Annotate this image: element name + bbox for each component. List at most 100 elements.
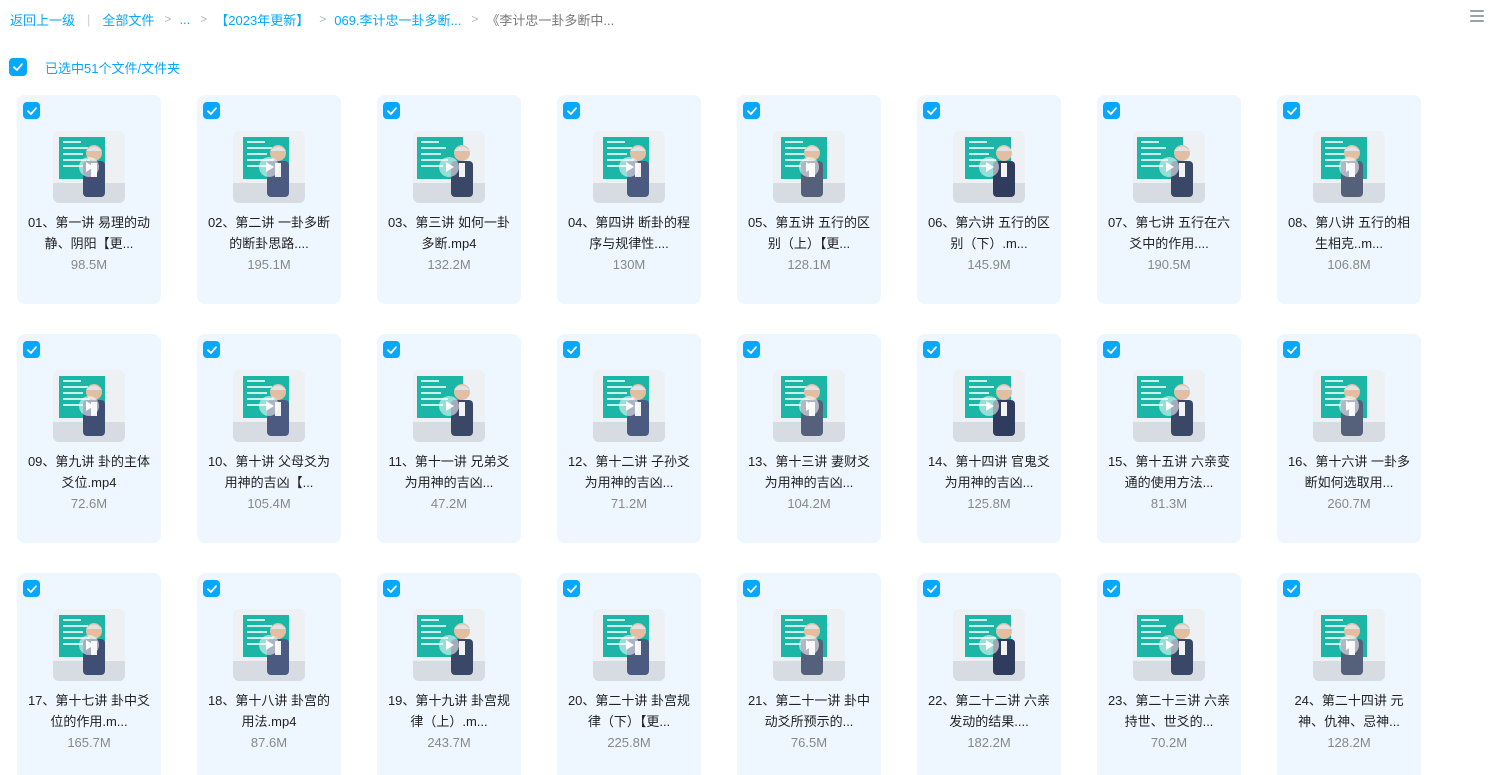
- video-thumbnail[interactable]: [773, 131, 845, 203]
- file-card[interactable]: 17、第十七讲 卦中爻位的作用.m... 165.7M: [17, 573, 161, 775]
- file-card[interactable]: 23、第二十三讲 六亲持世、世爻的... 70.2M: [1097, 573, 1241, 775]
- file-checkbox[interactable]: [743, 341, 760, 358]
- video-thumbnail[interactable]: [773, 370, 845, 442]
- file-card[interactable]: 05、第五讲 五行的区别（上）【更... 128.1M: [737, 95, 881, 304]
- file-checkbox[interactable]: [563, 102, 580, 119]
- video-thumbnail[interactable]: [953, 609, 1025, 681]
- file-checkbox[interactable]: [1283, 102, 1300, 119]
- file-name[interactable]: 07、第七讲 五行在六爻中的作用....: [1103, 212, 1235, 254]
- file-card[interactable]: 21、第二十一讲 卦中动爻所预示的... 76.5M: [737, 573, 881, 775]
- select-all-checkbox[interactable]: [9, 58, 27, 76]
- file-name[interactable]: 04、第四讲 断卦的程序与规律性....: [563, 212, 695, 254]
- file-name[interactable]: 01、第一讲 易理的动静、阴阳【更...: [23, 212, 155, 254]
- file-name[interactable]: 21、第二十一讲 卦中动爻所预示的...: [743, 690, 875, 732]
- file-name[interactable]: 03、第三讲 如何一卦多断.mp4: [383, 212, 515, 254]
- file-checkbox[interactable]: [383, 580, 400, 597]
- video-thumbnail[interactable]: [593, 370, 665, 442]
- file-card[interactable]: 09、第九讲 卦的主体爻位.mp4 72.6M: [17, 334, 161, 543]
- file-card[interactable]: 20、第二十讲 卦宫规律（下）【更... 225.8M: [557, 573, 701, 775]
- file-checkbox[interactable]: [563, 341, 580, 358]
- file-checkbox[interactable]: [1283, 580, 1300, 597]
- video-thumbnail[interactable]: [953, 131, 1025, 203]
- video-thumbnail[interactable]: [233, 370, 305, 442]
- file-name[interactable]: 14、第十四讲 官鬼爻为用神的吉凶...: [923, 451, 1055, 493]
- file-card[interactable]: 11、第十一讲 兄弟爻为用神的吉凶... 47.2M: [377, 334, 521, 543]
- file-checkbox[interactable]: [563, 580, 580, 597]
- breadcrumb-ellipsis[interactable]: ...: [179, 12, 190, 27]
- breadcrumb-all-files[interactable]: 全部文件: [102, 10, 154, 29]
- file-card[interactable]: 08、第八讲 五行的相生相克..m... 106.8M: [1277, 95, 1421, 304]
- file-card[interactable]: 07、第七讲 五行在六爻中的作用.... 190.5M: [1097, 95, 1241, 304]
- video-thumbnail[interactable]: [53, 370, 125, 442]
- file-name[interactable]: 19、第十九讲 卦宫规律（上）.m...: [383, 690, 515, 732]
- video-thumbnail[interactable]: [233, 131, 305, 203]
- file-name[interactable]: 10、第十讲 父母爻为用神的吉凶【...: [203, 451, 335, 493]
- video-thumbnail[interactable]: [53, 609, 125, 681]
- video-thumbnail[interactable]: [1313, 131, 1385, 203]
- file-card[interactable]: 24、第二十四讲 元神、仇神、忌神... 128.2M: [1277, 573, 1421, 775]
- file-card[interactable]: 22、第二十二讲 六亲发动的结果.... 182.2M: [917, 573, 1061, 775]
- file-checkbox[interactable]: [1103, 102, 1120, 119]
- file-checkbox[interactable]: [923, 341, 940, 358]
- file-name[interactable]: 16、第十六讲 一卦多断如何选取用...: [1283, 451, 1415, 493]
- file-card[interactable]: 06、第六讲 五行的区别（下）.m... 145.9M: [917, 95, 1061, 304]
- file-card[interactable]: 16、第十六讲 一卦多断如何选取用... 260.7M: [1277, 334, 1421, 543]
- file-card[interactable]: 13、第十三讲 妻财爻为用神的吉凶... 104.2M: [737, 334, 881, 543]
- video-thumbnail[interactable]: [1313, 370, 1385, 442]
- file-name[interactable]: 02、第二讲 一卦多断的断卦思路....: [203, 212, 335, 254]
- video-thumbnail[interactable]: [1133, 370, 1205, 442]
- file-name[interactable]: 20、第二十讲 卦宫规律（下）【更...: [563, 690, 695, 732]
- file-checkbox[interactable]: [203, 580, 220, 597]
- file-name[interactable]: 12、第十二讲 子孙爻为用神的吉凶...: [563, 451, 695, 493]
- video-thumbnail[interactable]: [413, 609, 485, 681]
- file-name[interactable]: 22、第二十二讲 六亲发动的结果....: [923, 690, 1055, 732]
- file-checkbox[interactable]: [923, 580, 940, 597]
- video-thumbnail[interactable]: [53, 131, 125, 203]
- file-card[interactable]: 18、第十八讲 卦宫的用法.mp4 87.6M: [197, 573, 341, 775]
- breadcrumb-2023-update[interactable]: 【2023年更新】: [215, 10, 309, 29]
- video-thumbnail[interactable]: [1133, 131, 1205, 203]
- video-thumbnail[interactable]: [1313, 609, 1385, 681]
- video-thumbnail[interactable]: [233, 609, 305, 681]
- file-card[interactable]: 10、第十讲 父母爻为用神的吉凶【... 105.4M: [197, 334, 341, 543]
- file-name[interactable]: 13、第十三讲 妻财爻为用神的吉凶...: [743, 451, 875, 493]
- video-thumbnail[interactable]: [413, 131, 485, 203]
- file-name[interactable]: 11、第十一讲 兄弟爻为用神的吉凶...: [383, 451, 515, 493]
- file-card[interactable]: 01、第一讲 易理的动静、阴阳【更... 98.5M: [17, 95, 161, 304]
- file-checkbox[interactable]: [1103, 580, 1120, 597]
- video-thumbnail[interactable]: [953, 370, 1025, 442]
- file-card[interactable]: 19、第十九讲 卦宫规律（上）.m... 243.7M: [377, 573, 521, 775]
- breadcrumb-069-folder[interactable]: 069.李计忠一卦多断...: [334, 10, 461, 29]
- back-link[interactable]: 返回上一级: [10, 10, 75, 29]
- file-card[interactable]: 03、第三讲 如何一卦多断.mp4 132.2M: [377, 95, 521, 304]
- video-thumbnail[interactable]: [773, 609, 845, 681]
- file-card[interactable]: 04、第四讲 断卦的程序与规律性.... 130M: [557, 95, 701, 304]
- file-checkbox[interactable]: [923, 102, 940, 119]
- file-name[interactable]: 05、第五讲 五行的区别（上）【更...: [743, 212, 875, 254]
- file-name[interactable]: 23、第二十三讲 六亲持世、世爻的...: [1103, 690, 1235, 732]
- file-checkbox[interactable]: [23, 102, 40, 119]
- file-name[interactable]: 15、第十五讲 六亲变通的使用方法...: [1103, 451, 1235, 493]
- file-checkbox[interactable]: [23, 580, 40, 597]
- video-thumbnail[interactable]: [593, 131, 665, 203]
- file-name[interactable]: 06、第六讲 五行的区别（下）.m...: [923, 212, 1055, 254]
- file-name[interactable]: 18、第十八讲 卦宫的用法.mp4: [203, 690, 335, 732]
- file-card[interactable]: 12、第十二讲 子孙爻为用神的吉凶... 71.2M: [557, 334, 701, 543]
- file-card[interactable]: 02、第二讲 一卦多断的断卦思路.... 195.1M: [197, 95, 341, 304]
- video-thumbnail[interactable]: [593, 609, 665, 681]
- file-checkbox[interactable]: [23, 341, 40, 358]
- file-name[interactable]: 08、第八讲 五行的相生相克..m...: [1283, 212, 1415, 254]
- video-thumbnail[interactable]: [1133, 609, 1205, 681]
- file-name[interactable]: 24、第二十四讲 元神、仇神、忌神...: [1283, 690, 1415, 732]
- file-checkbox[interactable]: [743, 102, 760, 119]
- file-name[interactable]: 09、第九讲 卦的主体爻位.mp4: [23, 451, 155, 493]
- file-checkbox[interactable]: [383, 341, 400, 358]
- file-card[interactable]: 15、第十五讲 六亲变通的使用方法... 81.3M: [1097, 334, 1241, 543]
- file-card[interactable]: 14、第十四讲 官鬼爻为用神的吉凶... 125.8M: [917, 334, 1061, 543]
- file-checkbox[interactable]: [203, 341, 220, 358]
- file-checkbox[interactable]: [1283, 341, 1300, 358]
- video-thumbnail[interactable]: [413, 370, 485, 442]
- file-checkbox[interactable]: [203, 102, 220, 119]
- file-name[interactable]: 17、第十七讲 卦中爻位的作用.m...: [23, 690, 155, 732]
- list-view-icon[interactable]: [1470, 10, 1484, 24]
